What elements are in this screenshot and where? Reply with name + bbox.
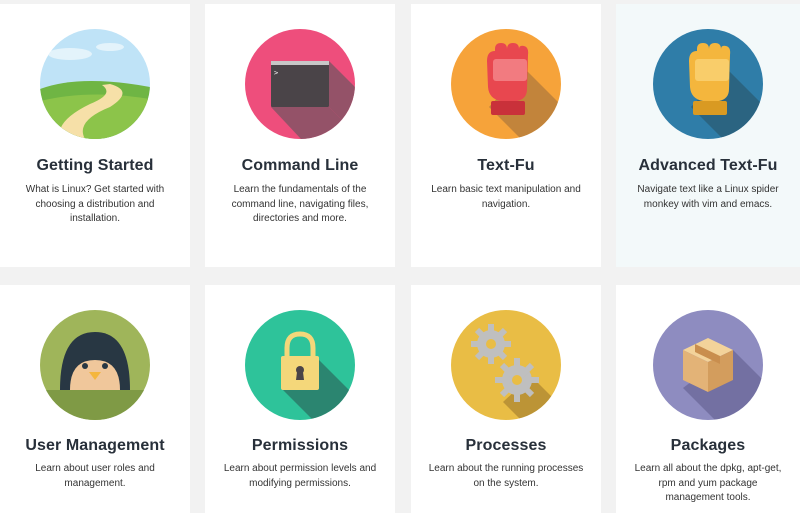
- penguin-icon: [40, 310, 150, 420]
- topic-card-packages[interactable]: Packages Learn all about the dpkg, apt-g…: [616, 285, 800, 513]
- card-description: Navigate text like a Linux spider monkey…: [637, 184, 779, 210]
- package-box-icon: [653, 310, 763, 420]
- topic-card-user-management[interactable]: User Management Learn about user roles a…: [0, 285, 190, 513]
- gold-glove-icon: [653, 29, 763, 139]
- card-title: User Management: [25, 437, 165, 454]
- card-title: Advanced Text-Fu: [638, 157, 778, 174]
- card-title: Getting Started: [36, 157, 154, 174]
- card-description: Learn basic text manipulation and naviga…: [431, 184, 581, 210]
- svg-text:>: >: [274, 69, 278, 77]
- card-description: Learn all about the dpkg, apt-get, rpm a…: [634, 463, 782, 503]
- card-title: Text-Fu: [477, 157, 535, 174]
- padlock-icon: [245, 310, 355, 420]
- gears-icon: [451, 310, 561, 420]
- card-title: Command Line: [241, 157, 359, 174]
- card-title: Processes: [465, 437, 547, 454]
- topic-card-command-line[interactable]: > Command Line Learn the fundamentals of…: [205, 4, 395, 267]
- card-description: Learn about user roles and management.: [35, 463, 155, 489]
- glove-icon: [451, 29, 561, 139]
- topic-card-text-fu[interactable]: Text-Fu Learn basic text manipulation an…: [411, 4, 601, 267]
- card-title: Permissions: [251, 437, 349, 454]
- card-description: What is Linux? Get started with choosing…: [25, 184, 165, 224]
- topic-card-advanced-text-fu[interactable]: Advanced Text-Fu Navigate text like a Li…: [616, 4, 800, 267]
- card-description: Learn about the running processes on the…: [428, 463, 584, 489]
- topic-card-permissions[interactable]: Permissions Learn about permission level…: [205, 285, 395, 513]
- card-description: Learn about permission levels and modify…: [223, 463, 377, 489]
- topic-card-processes[interactable]: Processes Learn about the running proces…: [411, 285, 601, 513]
- terminal-icon: >: [245, 29, 355, 139]
- card-description: Learn the fundamentals of the command li…: [231, 184, 369, 224]
- card-title: Packages: [670, 437, 746, 454]
- topic-card-getting-started[interactable]: Getting Started What is Linux? Get start…: [0, 4, 190, 267]
- landscape-icon: [40, 29, 150, 139]
